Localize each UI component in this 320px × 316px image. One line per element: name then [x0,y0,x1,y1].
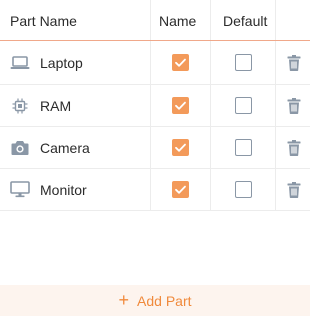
column-divider [150,85,151,126]
trash-icon[interactable] [287,54,301,71]
default-checkbox[interactable] [235,96,252,114]
column-divider [150,0,151,40]
table-row: Laptop [0,41,310,85]
name-checkbox[interactable] [172,138,189,156]
camera-icon [10,139,30,157]
monitor-icon [10,181,30,199]
add-part-label: Add Part [137,292,192,309]
name-checkbox[interactable] [172,96,189,114]
default-checkbox[interactable] [235,180,252,198]
name-checkbox[interactable] [172,180,189,198]
add-part-button[interactable]: + Add Part [0,285,310,316]
column-divider [275,85,276,126]
column-divider [275,127,276,168]
column-divider [150,169,151,210]
column-divider [210,85,211,126]
part-label: RAM [40,97,72,114]
parts-table: Part Name Name Default Laptop RAM Camera… [0,0,310,211]
default-checkbox[interactable] [235,53,252,71]
column-header-part-name: Part Name [10,13,77,29]
column-divider [210,0,211,40]
column-divider [210,169,211,210]
part-label: Laptop [40,54,83,71]
table-header: Part Name Name Default [0,0,310,41]
column-divider [275,0,276,40]
column-header-name: Name [159,13,197,29]
column-divider [150,41,151,84]
part-label: Camera [40,139,90,156]
trash-icon[interactable] [287,181,301,198]
trash-icon[interactable] [287,139,301,156]
laptop-icon [10,54,30,72]
table-row: Monitor [0,169,310,211]
default-checkbox[interactable] [235,138,252,156]
name-checkbox[interactable] [172,53,189,71]
table-row: RAM [0,85,310,127]
column-divider [150,127,151,168]
part-label: Monitor [40,181,87,198]
plus-icon: + [118,289,130,310]
chip-icon [10,97,30,115]
column-divider [275,41,276,84]
trash-icon[interactable] [287,97,301,114]
column-divider [210,41,211,84]
table-row: Camera [0,127,310,169]
column-divider [210,127,211,168]
column-header-default: Default [223,13,268,29]
column-divider [275,169,276,210]
